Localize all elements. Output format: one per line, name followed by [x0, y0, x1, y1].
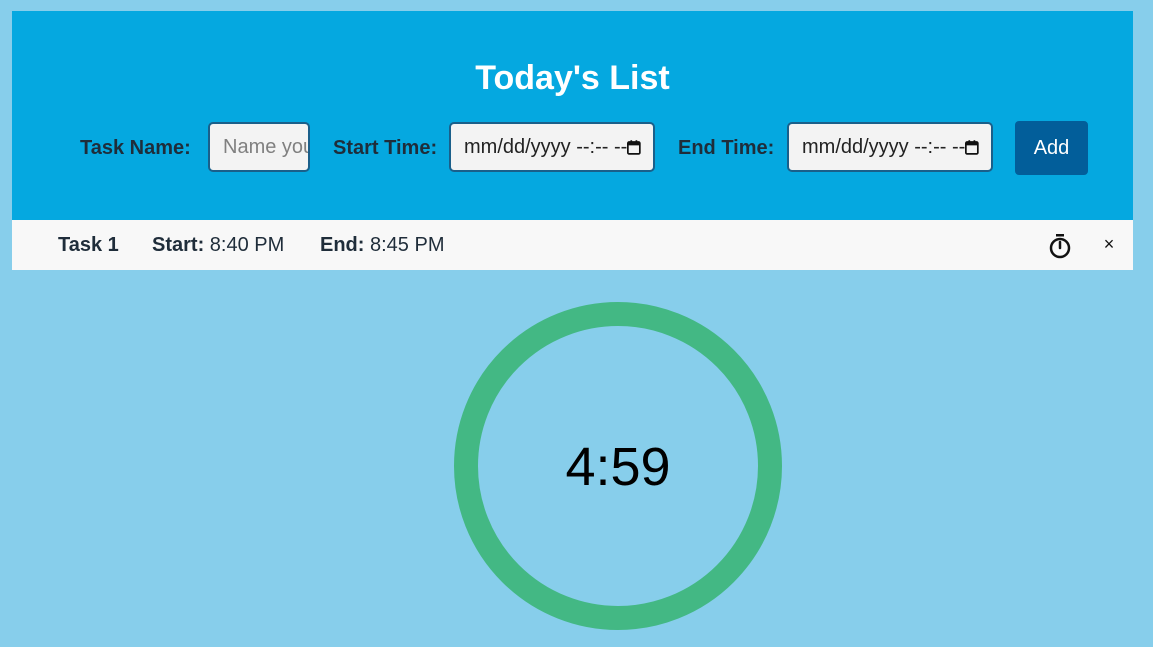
task-start: Start: 8:40 PM [152, 234, 284, 256]
task-start-value: 8:40 PM [209, 234, 285, 256]
end-time-label: End Time: [678, 137, 775, 159]
task-end-value: 8:45 PM [370, 234, 445, 256]
timer-display: 4:59 [565, 437, 671, 497]
start-time-input[interactable]: mm/dd/yyyy --:-- -- [449, 122, 655, 172]
task-row: Task 1 Start: 8:40 PM End: 8:45 PM × [12, 220, 1133, 270]
header-panel: Today's List Task Name: Name your task S… [12, 11, 1133, 220]
task-start-label: Start: [152, 234, 205, 256]
stopwatch-icon[interactable] [1048, 233, 1072, 259]
end-time-value: mm/dd/yyyy --:-- -- [802, 135, 966, 158]
task-name-label: Task Name: [80, 137, 191, 159]
task-name-placeholder: Name your task [223, 135, 308, 158]
countdown-timer: 4:59 [454, 302, 782, 630]
end-time-input[interactable]: mm/dd/yyyy --:-- -- [787, 122, 993, 172]
task-name: Task 1 [58, 234, 119, 256]
start-time-label: Start Time: [333, 137, 438, 159]
calendar-icon[interactable] [627, 139, 641, 156]
add-button[interactable]: Add [1015, 121, 1088, 175]
page-title: Today's List [475, 59, 670, 97]
remove-task-button[interactable]: × [1102, 232, 1116, 256]
task-name-input[interactable]: Name your task [208, 122, 310, 172]
task-end-label: End: [320, 234, 365, 256]
start-time-value: mm/dd/yyyy --:-- -- [464, 135, 628, 158]
calendar-icon[interactable] [965, 139, 979, 156]
task-end: End: 8:45 PM [320, 234, 444, 256]
